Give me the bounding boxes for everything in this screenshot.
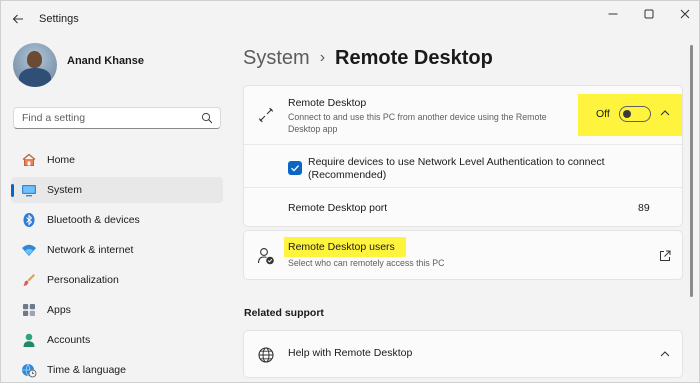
checkmark-icon (291, 165, 300, 172)
breadcrumb: System › Remote Desktop (243, 43, 493, 73)
help-title: Help with Remote Desktop (288, 347, 413, 359)
sidebar-item-network[interactable]: Network & internet (11, 237, 223, 263)
nla-checkbox[interactable] (288, 161, 302, 175)
port-value: 89 (638, 202, 650, 214)
title-bar: Settings (1, 1, 700, 37)
sidebar-item-label: Network & internet (47, 244, 134, 256)
nla-row[interactable]: Require devices to use Network Level Aut… (244, 144, 682, 186)
sidebar-item-label: Time & language (47, 364, 126, 376)
brush-icon (21, 272, 37, 288)
back-arrow-icon (12, 14, 23, 24)
page-title: Remote Desktop (335, 46, 493, 69)
help-card[interactable]: Help with Remote Desktop (243, 330, 683, 378)
nla-checkbox-label: Require devices to use Network Level Aut… (308, 156, 605, 181)
sidebar-item-label: Personalization (47, 274, 119, 286)
sidebar-item-bluetooth[interactable]: Bluetooth & devices (11, 207, 223, 233)
scrollbar[interactable] (690, 45, 693, 297)
globe-clock-icon (21, 362, 37, 378)
remote-desktop-card: Remote Desktop Connect to and use this P… (243, 85, 683, 227)
app-title: Settings (39, 13, 79, 25)
close-icon (680, 9, 690, 19)
minimize-button[interactable] (599, 5, 627, 23)
sidebar-nav: Home System Bluetooth & devices Network … (11, 147, 223, 383)
search-input[interactable] (22, 112, 192, 124)
apps-icon (21, 302, 37, 318)
chevron-up-icon[interactable] (658, 347, 672, 361)
remote-desktop-description: Connect to and use this PC from another … (288, 112, 547, 134)
sidebar-item-label: Bluetooth & devices (47, 214, 140, 226)
remote-desktop-row[interactable]: Remote Desktop Connect to and use this P… (244, 86, 682, 143)
avatar (13, 43, 57, 87)
breadcrumb-parent[interactable]: System (243, 47, 310, 70)
sidebar-item-accounts[interactable]: Accounts (11, 327, 223, 353)
toggle-state-label: Off (596, 108, 610, 120)
profile-name: Anand Khanse (67, 55, 145, 67)
related-support-heading: Related support (244, 307, 324, 319)
remote-desktop-toggle[interactable] (619, 106, 651, 122)
globe-icon (258, 347, 274, 363)
sidebar-item-apps[interactable]: Apps (11, 297, 223, 323)
sidebar-item-label: Home (47, 154, 76, 166)
toggle-knob (623, 110, 631, 118)
remote-users-description: Select who can remotely access this PC (288, 258, 445, 268)
back-button[interactable] (7, 9, 29, 29)
sidebar-item-label: Accounts (47, 334, 91, 346)
sidebar-item-label: System (47, 184, 83, 196)
remote-desktop-icon (258, 107, 274, 123)
port-label: Remote Desktop port (288, 202, 388, 214)
sidebar-item-time-language[interactable]: Time & language (11, 357, 223, 383)
maximize-button[interactable] (635, 5, 663, 23)
person-icon (21, 332, 37, 348)
active-indicator (11, 184, 14, 197)
sidebar-item-personalization[interactable]: Personalization (11, 267, 223, 293)
sidebar-item-home[interactable]: Home (11, 147, 223, 173)
remote-desktop-users-card[interactable]: Remote Desktop users Select who can remo… (243, 230, 683, 280)
search-box[interactable] (13, 107, 221, 129)
monitor-icon (21, 182, 37, 198)
port-row: Remote Desktop port 89 (244, 187, 682, 227)
user-check-icon (257, 248, 274, 265)
remote-users-title: Remote Desktop users (288, 241, 395, 253)
bluetooth-icon (21, 212, 37, 228)
close-button[interactable] (671, 5, 699, 23)
breadcrumb-separator: › (319, 49, 326, 66)
maximize-icon (644, 9, 654, 19)
settings-window: Settings Anand Khanse Find a setting Hom… (0, 0, 700, 383)
remote-desktop-title: Remote Desktop (288, 97, 367, 109)
minimize-icon (608, 13, 618, 15)
search-icon[interactable] (201, 112, 213, 124)
home-icon (21, 152, 37, 168)
user-profile[interactable]: Anand Khanse (13, 43, 233, 87)
wifi-icon (21, 242, 37, 258)
sidebar-item-label: Apps (47, 304, 71, 316)
chevron-up-icon[interactable] (658, 106, 672, 120)
sidebar-item-system[interactable]: System (11, 177, 223, 203)
open-external-icon[interactable] (658, 249, 672, 263)
